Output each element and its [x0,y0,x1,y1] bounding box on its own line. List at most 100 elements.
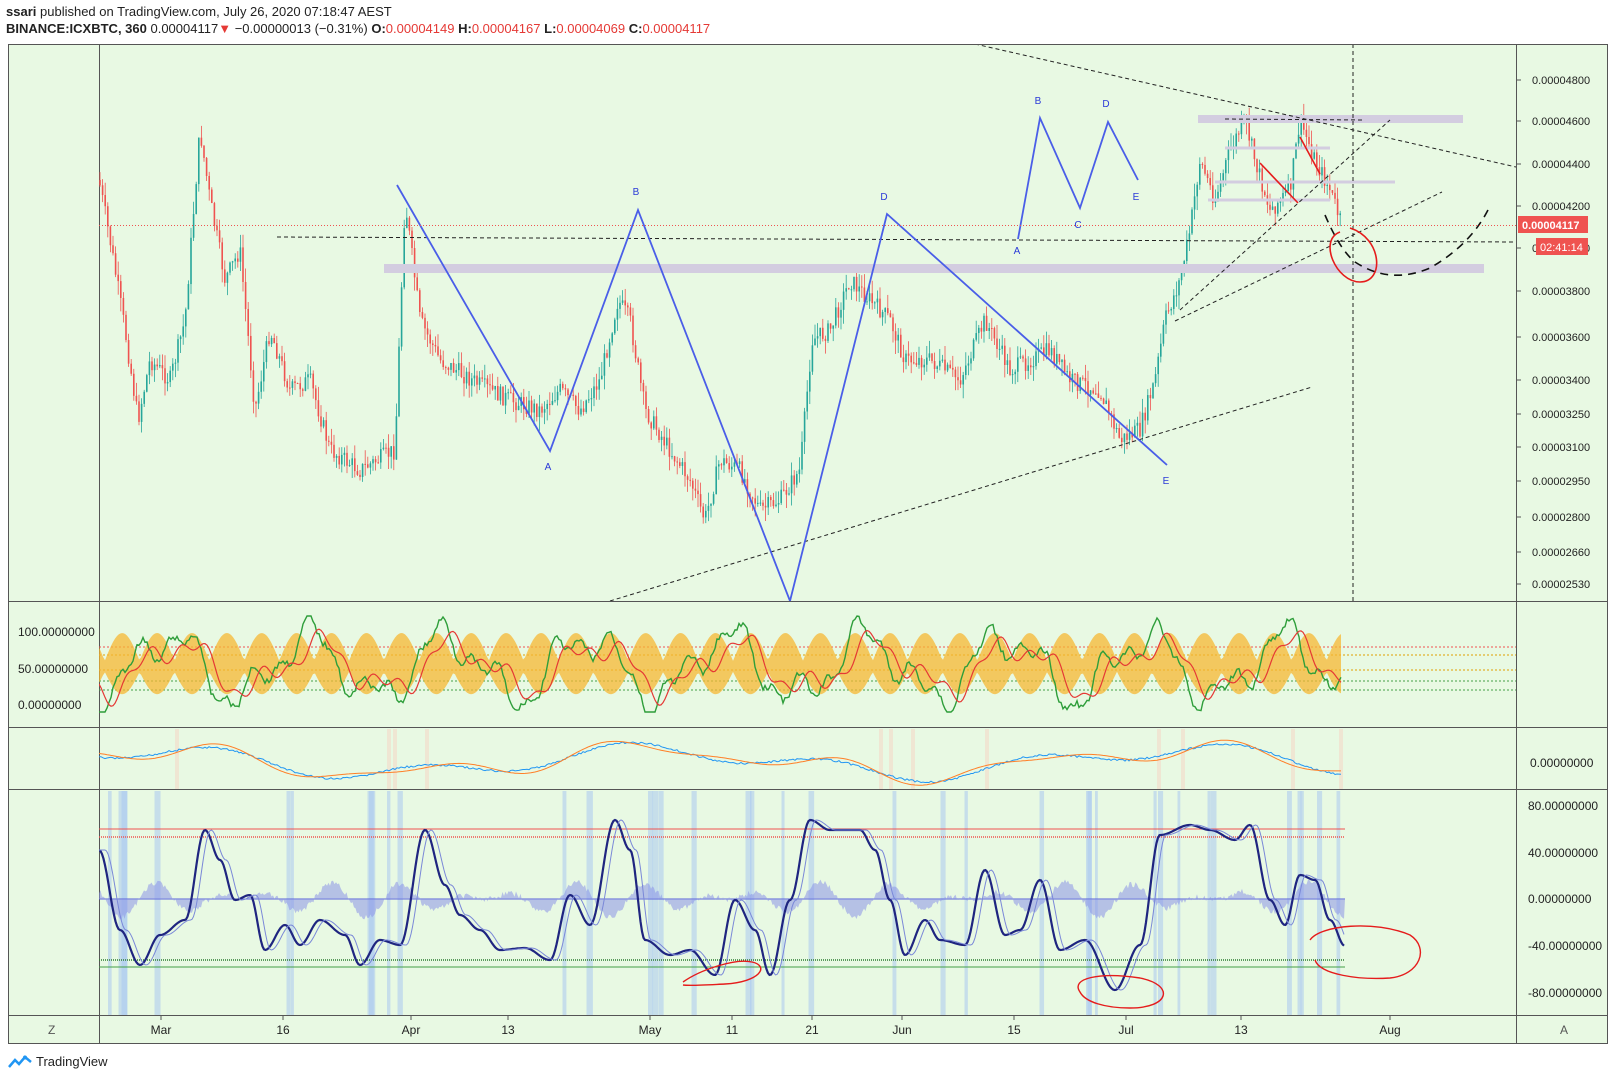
candle-body [367,464,369,468]
candle-body [780,489,782,504]
candle-body [697,490,699,495]
candle-body [122,297,125,315]
candle-body [1004,345,1006,365]
chart-canvas[interactable]: AB DEABCDE 0.000048000.000046000.0000440… [0,0,1615,1079]
candle-body [676,461,678,463]
candle-body [980,327,983,332]
candle-body [1019,356,1022,358]
candle-body [484,378,486,380]
candle-body [338,455,340,465]
candle-body [1290,182,1292,190]
candle-body [551,400,554,405]
price-axis-bg[interactable] [1516,44,1608,1015]
candle-body [200,137,203,146]
candle-body [855,276,858,292]
candle-body [702,506,704,518]
candle-body [421,311,424,318]
candle-body [1295,143,1297,159]
candle-body [224,269,226,283]
candle-body [107,206,109,227]
candle-body [694,488,697,491]
candle-body [975,333,977,340]
candle-body [1269,204,1271,210]
candle-body [1027,365,1029,371]
candle-body [369,463,372,468]
candle-body [1167,310,1170,312]
candle-body [101,185,104,196]
time-tick-label: 13 [1234,1023,1248,1037]
candle-body [273,337,275,344]
price-tick-label: 0.00003250 [1532,409,1590,421]
candle-body [559,383,561,392]
candle-body [759,502,762,504]
candle-body [192,213,195,238]
candle-body [1248,121,1250,141]
candle-body [684,462,686,477]
candle-body [140,403,143,422]
candle-body [710,503,712,506]
candle-body [481,377,483,379]
candle-body [629,307,632,316]
candle-body [1339,213,1341,216]
candle-body [918,357,920,365]
candle-body [666,437,668,446]
candle-body [1157,356,1159,375]
pattern-label: B [1035,96,1042,107]
candle-body [1326,184,1328,186]
candle-body [380,449,382,463]
main-pane[interactable] [8,44,1516,601]
osc-tick-label: 50.00000000 [18,662,88,676]
candle-body [486,378,489,385]
time-tick-label: Jul [1118,1023,1133,1037]
candle-body [130,363,132,374]
candle-body [244,281,247,309]
macd-axis[interactable]: 0.00000000 [1530,756,1594,770]
time-tick-label: 16 [276,1023,290,1037]
candle-body [398,346,400,417]
pattern-label: A [545,462,552,473]
candle-body [848,288,850,290]
candle-body [936,366,938,369]
candle-body [1199,163,1201,185]
candle-body [512,392,515,403]
candle-body [161,365,164,369]
candle-body [642,382,645,392]
candle-body [1050,348,1053,356]
candle-body [640,362,642,383]
candle-body [179,336,182,340]
candle-body [1334,192,1336,199]
candle-body [1136,422,1139,426]
candle-body [725,458,728,464]
candle-body [777,503,780,505]
last-price-badge-text: 0.00004117 [1522,220,1580,232]
candle-body [1118,428,1120,438]
candle-body [627,305,629,308]
candle-body [211,189,213,204]
candle-body [689,479,691,481]
candle-body [478,377,481,385]
candle-body [468,371,470,386]
candle-body [1313,152,1315,159]
candle-body [728,463,730,470]
candle-body [770,497,772,501]
candle-body [715,466,717,495]
candle-body [153,364,156,371]
candle-body [1160,343,1162,357]
tradingview-logo-icon[interactable] [8,1054,32,1069]
candle-body [762,502,764,506]
candle-body [252,370,255,402]
timezone-toggle[interactable]: Z [48,1023,55,1037]
candle-body [452,362,455,373]
candle-body [952,367,954,370]
candle-body [798,469,801,475]
auto-scale-toggle[interactable]: A [1560,1023,1568,1037]
candle-body [881,311,884,318]
candle-body [1149,395,1152,399]
tradingview-brand[interactable]: TradingView [36,1054,108,1069]
candle-body [624,300,626,306]
candle-body [445,367,447,369]
candle-body [580,408,582,415]
candle-body [879,298,881,318]
macd-pane[interactable] [8,728,1516,789]
candle-body [546,403,548,410]
